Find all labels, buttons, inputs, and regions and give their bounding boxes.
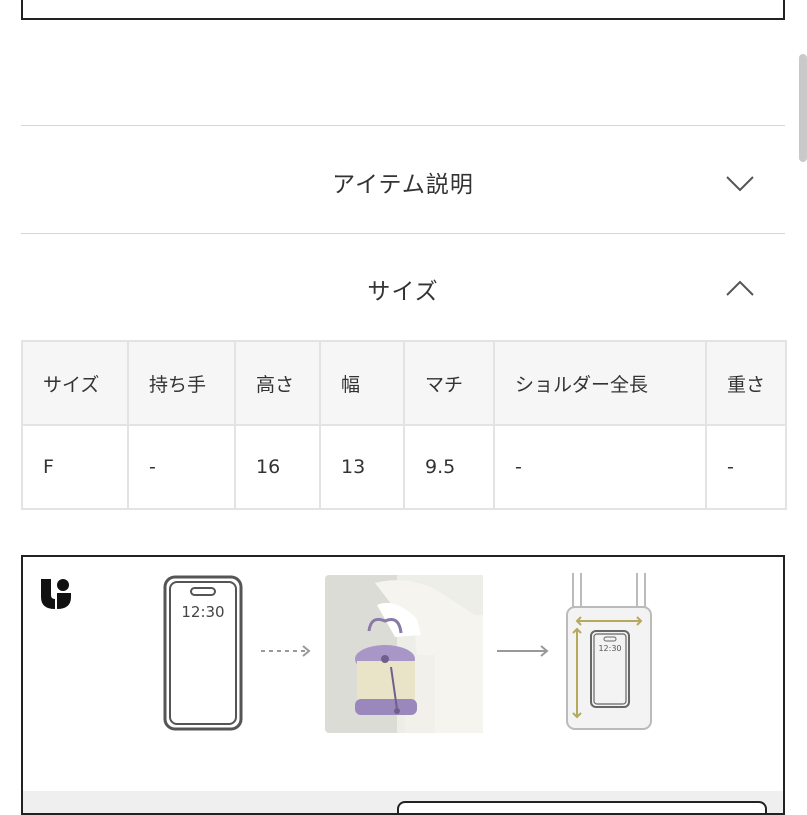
- chevron-down-icon[interactable]: [725, 173, 755, 193]
- guide-footer-bar: [23, 791, 783, 813]
- chevron-up-icon[interactable]: [725, 278, 755, 298]
- table-header-row: サイズ 持ち手 高さ 幅 マチ ショルダー全長 重さ: [21, 340, 787, 426]
- bag-photo: [325, 575, 483, 733]
- previous-section-box: [21, 0, 785, 20]
- phone-time: 12:30: [181, 603, 225, 621]
- accordion-title-item-description: アイテム説明: [332, 172, 474, 198]
- table-row: F - 16 13 9.5 - -: [21, 424, 787, 510]
- scrollbar-thumb[interactable]: [799, 54, 807, 162]
- table-cell: -: [493, 424, 707, 510]
- column-header-shoulder-length: ショルダー全長: [493, 340, 707, 426]
- column-header-handle: 持ち手: [127, 340, 236, 426]
- dashed-arrow-right-icon: [261, 645, 311, 657]
- column-header-width: 幅: [319, 340, 405, 426]
- brand-logo-icon: [41, 579, 71, 609]
- phone-outline-icon: [163, 575, 243, 731]
- size-table: サイズ 持ち手 高さ 幅 マチ ショルダー全長 重さ F - 16 13 9.5…: [21, 340, 787, 510]
- table-cell: 13: [319, 424, 405, 510]
- table-cell: 16: [234, 424, 321, 510]
- phone-size-guide-panel: 12:30 12:30: [21, 555, 785, 815]
- column-header-depth: マチ: [403, 340, 495, 426]
- column-header-size: サイズ: [21, 340, 129, 426]
- column-header-weight: 重さ: [705, 340, 787, 426]
- footer-button[interactable]: [397, 801, 767, 813]
- table-cell: 9.5: [403, 424, 495, 510]
- arrow-right-icon: [497, 645, 549, 657]
- table-cell: F: [21, 424, 129, 510]
- accordion-title-size: サイズ: [367, 279, 439, 305]
- column-header-height: 高さ: [234, 340, 321, 426]
- table-cell: -: [705, 424, 787, 510]
- table-cell: -: [127, 424, 236, 510]
- phone-time-small: 12:30: [598, 644, 622, 653]
